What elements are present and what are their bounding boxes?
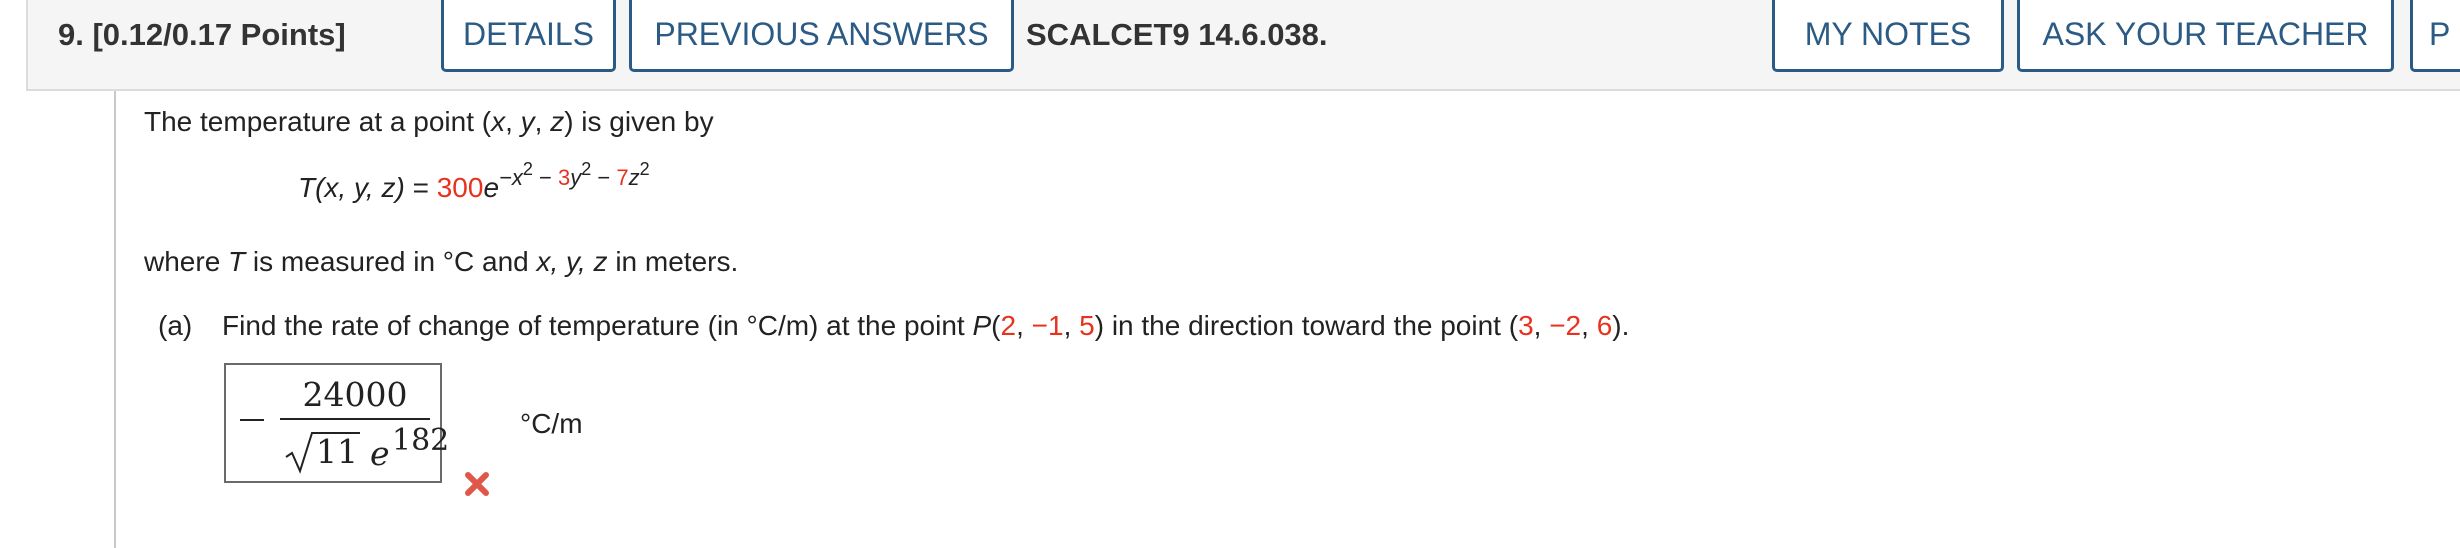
answer-units: °C/m xyxy=(520,408,583,439)
details-button[interactable]: DETAILS xyxy=(441,0,616,72)
answer-fraction-bar xyxy=(280,418,430,420)
previous-answers-button[interactable]: PREVIOUS ANSWERS xyxy=(629,0,1014,72)
part-a-label: (a) xyxy=(158,310,193,341)
source-reference: SCALCET9 14.6.038. xyxy=(1026,17,1328,52)
content-left-rule xyxy=(114,91,116,548)
answer-numerator: 24000 xyxy=(302,375,408,414)
ask-your-teacher-button[interactable]: ASK YOUR TEACHER xyxy=(2017,0,2394,72)
question-label: 9. [0.12/0.17 Points] xyxy=(58,17,346,52)
my-notes-button[interactable]: MY NOTES xyxy=(1772,0,2004,72)
partial-tab-button[interactable]: P xyxy=(2410,0,2460,72)
part-a-question: Find the rate of change of temperature (… xyxy=(222,310,1630,341)
answer-input-box[interactable]: 24000 11 e 182 xyxy=(224,363,449,483)
problem-intro: The temperature at a point (x, y, z) is … xyxy=(144,106,714,137)
answer-denominator: 11 e 182 xyxy=(284,423,449,477)
units-description: where T is measured in °C and x, y, z in… xyxy=(144,246,739,277)
temperature-formula: T(x, y, z) = 300e−x2 − 3y2 − 7z2 xyxy=(298,159,650,203)
answer-minus-sign xyxy=(240,419,264,421)
incorrect-x-icon xyxy=(465,472,489,496)
